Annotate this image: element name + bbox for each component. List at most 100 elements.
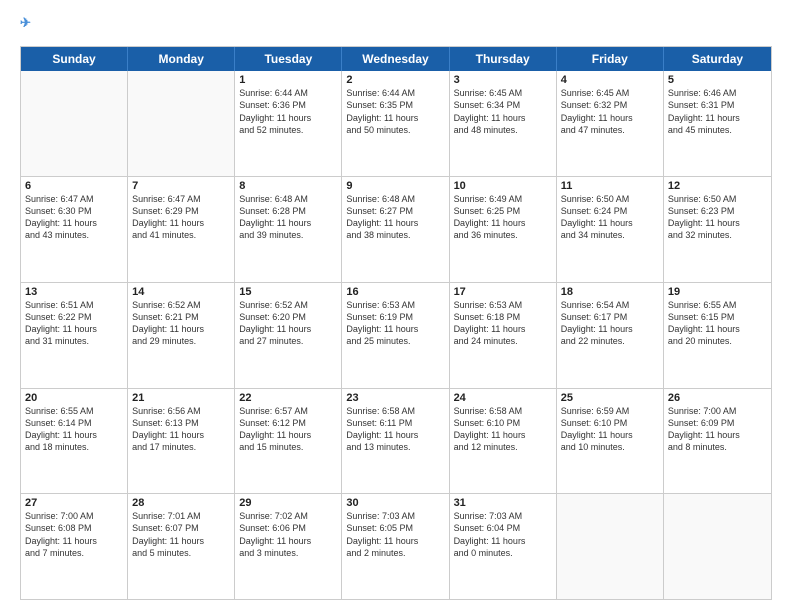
cal-cell: 24Sunrise: 6:58 AMSunset: 6:10 PMDayligh… (450, 389, 557, 494)
day-info: Sunrise: 7:03 AMSunset: 6:04 PMDaylight:… (454, 510, 552, 559)
day-info: Sunrise: 6:48 AMSunset: 6:27 PMDaylight:… (346, 193, 444, 242)
cal-cell (557, 494, 664, 599)
day-number: 20 (25, 392, 123, 404)
day-info: Sunrise: 6:53 AMSunset: 6:19 PMDaylight:… (346, 299, 444, 348)
day-number: 28 (132, 497, 230, 509)
day-number: 26 (668, 392, 767, 404)
page: ✈ SundayMondayTuesdayWednesdayThursdayFr… (0, 0, 792, 612)
cal-cell: 26Sunrise: 7:00 AMSunset: 6:09 PMDayligh… (664, 389, 771, 494)
day-info: Sunrise: 7:03 AMSunset: 6:05 PMDaylight:… (346, 510, 444, 559)
header: ✈ (20, 16, 772, 38)
week-row-2: 6Sunrise: 6:47 AMSunset: 6:30 PMDaylight… (21, 177, 771, 283)
day-info: Sunrise: 6:45 AMSunset: 6:34 PMDaylight:… (454, 87, 552, 136)
cal-cell: 14Sunrise: 6:52 AMSunset: 6:21 PMDayligh… (128, 283, 235, 388)
calendar-body: 1Sunrise: 6:44 AMSunset: 6:36 PMDaylight… (21, 71, 771, 599)
cal-cell: 3Sunrise: 6:45 AMSunset: 6:34 PMDaylight… (450, 71, 557, 176)
day-info: Sunrise: 6:49 AMSunset: 6:25 PMDaylight:… (454, 193, 552, 242)
weekday-header-sunday: Sunday (21, 47, 128, 71)
cal-cell (128, 71, 235, 176)
day-info: Sunrise: 6:47 AMSunset: 6:30 PMDaylight:… (25, 193, 123, 242)
cal-cell: 10Sunrise: 6:49 AMSunset: 6:25 PMDayligh… (450, 177, 557, 282)
cal-cell: 27Sunrise: 7:00 AMSunset: 6:08 PMDayligh… (21, 494, 128, 599)
day-info: Sunrise: 6:59 AMSunset: 6:10 PMDaylight:… (561, 405, 659, 454)
day-number: 30 (346, 497, 444, 509)
weekday-header-thursday: Thursday (450, 47, 557, 71)
cal-cell: 28Sunrise: 7:01 AMSunset: 6:07 PMDayligh… (128, 494, 235, 599)
cal-cell: 4Sunrise: 6:45 AMSunset: 6:32 PMDaylight… (557, 71, 664, 176)
week-row-3: 13Sunrise: 6:51 AMSunset: 6:22 PMDayligh… (21, 283, 771, 389)
cal-cell: 8Sunrise: 6:48 AMSunset: 6:28 PMDaylight… (235, 177, 342, 282)
cal-cell: 13Sunrise: 6:51 AMSunset: 6:22 PMDayligh… (21, 283, 128, 388)
day-number: 15 (239, 286, 337, 298)
cal-cell: 31Sunrise: 7:03 AMSunset: 6:04 PMDayligh… (450, 494, 557, 599)
cal-cell: 19Sunrise: 6:55 AMSunset: 6:15 PMDayligh… (664, 283, 771, 388)
day-number: 17 (454, 286, 552, 298)
day-info: Sunrise: 6:58 AMSunset: 6:11 PMDaylight:… (346, 405, 444, 454)
day-number: 19 (668, 286, 767, 298)
week-row-4: 20Sunrise: 6:55 AMSunset: 6:14 PMDayligh… (21, 389, 771, 495)
day-number: 2 (346, 74, 444, 86)
week-row-1: 1Sunrise: 6:44 AMSunset: 6:36 PMDaylight… (21, 71, 771, 177)
cal-cell: 16Sunrise: 6:53 AMSunset: 6:19 PMDayligh… (342, 283, 449, 388)
day-number: 13 (25, 286, 123, 298)
cal-cell: 9Sunrise: 6:48 AMSunset: 6:27 PMDaylight… (342, 177, 449, 282)
day-info: Sunrise: 7:00 AMSunset: 6:09 PMDaylight:… (668, 405, 767, 454)
day-number: 1 (239, 74, 337, 86)
day-info: Sunrise: 6:50 AMSunset: 6:23 PMDaylight:… (668, 193, 767, 242)
cal-cell: 2Sunrise: 6:44 AMSunset: 6:35 PMDaylight… (342, 71, 449, 176)
day-number: 3 (454, 74, 552, 86)
day-number: 14 (132, 286, 230, 298)
day-number: 7 (132, 180, 230, 192)
calendar-header: SundayMondayTuesdayWednesdayThursdayFrid… (21, 47, 771, 71)
day-info: Sunrise: 7:00 AMSunset: 6:08 PMDaylight:… (25, 510, 123, 559)
day-info: Sunrise: 6:47 AMSunset: 6:29 PMDaylight:… (132, 193, 230, 242)
cal-cell: 29Sunrise: 7:02 AMSunset: 6:06 PMDayligh… (235, 494, 342, 599)
day-info: Sunrise: 6:44 AMSunset: 6:36 PMDaylight:… (239, 87, 337, 136)
weekday-header-saturday: Saturday (664, 47, 771, 71)
day-number: 5 (668, 74, 767, 86)
weekday-header-friday: Friday (557, 47, 664, 71)
weekday-header-monday: Monday (128, 47, 235, 71)
cal-cell: 12Sunrise: 6:50 AMSunset: 6:23 PMDayligh… (664, 177, 771, 282)
day-number: 16 (346, 286, 444, 298)
logo: ✈ (20, 16, 31, 38)
day-info: Sunrise: 6:48 AMSunset: 6:28 PMDaylight:… (239, 193, 337, 242)
cal-cell: 7Sunrise: 6:47 AMSunset: 6:29 PMDaylight… (128, 177, 235, 282)
cal-cell: 22Sunrise: 6:57 AMSunset: 6:12 PMDayligh… (235, 389, 342, 494)
day-number: 12 (668, 180, 767, 192)
day-info: Sunrise: 6:51 AMSunset: 6:22 PMDaylight:… (25, 299, 123, 348)
cal-cell: 20Sunrise: 6:55 AMSunset: 6:14 PMDayligh… (21, 389, 128, 494)
day-number: 8 (239, 180, 337, 192)
day-number: 25 (561, 392, 659, 404)
cal-cell: 15Sunrise: 6:52 AMSunset: 6:20 PMDayligh… (235, 283, 342, 388)
cal-cell: 30Sunrise: 7:03 AMSunset: 6:05 PMDayligh… (342, 494, 449, 599)
cal-cell (664, 494, 771, 599)
week-row-5: 27Sunrise: 7:00 AMSunset: 6:08 PMDayligh… (21, 494, 771, 599)
day-info: Sunrise: 6:44 AMSunset: 6:35 PMDaylight:… (346, 87, 444, 136)
cal-cell: 25Sunrise: 6:59 AMSunset: 6:10 PMDayligh… (557, 389, 664, 494)
day-info: Sunrise: 6:54 AMSunset: 6:17 PMDaylight:… (561, 299, 659, 348)
day-number: 6 (25, 180, 123, 192)
day-number: 24 (454, 392, 552, 404)
cal-cell: 5Sunrise: 6:46 AMSunset: 6:31 PMDaylight… (664, 71, 771, 176)
day-info: Sunrise: 6:57 AMSunset: 6:12 PMDaylight:… (239, 405, 337, 454)
cal-cell: 17Sunrise: 6:53 AMSunset: 6:18 PMDayligh… (450, 283, 557, 388)
day-info: Sunrise: 6:46 AMSunset: 6:31 PMDaylight:… (668, 87, 767, 136)
cal-cell: 18Sunrise: 6:54 AMSunset: 6:17 PMDayligh… (557, 283, 664, 388)
day-number: 9 (346, 180, 444, 192)
cal-cell: 21Sunrise: 6:56 AMSunset: 6:13 PMDayligh… (128, 389, 235, 494)
day-info: Sunrise: 6:58 AMSunset: 6:10 PMDaylight:… (454, 405, 552, 454)
day-info: Sunrise: 6:52 AMSunset: 6:20 PMDaylight:… (239, 299, 337, 348)
day-number: 4 (561, 74, 659, 86)
day-number: 23 (346, 392, 444, 404)
day-info: Sunrise: 6:56 AMSunset: 6:13 PMDaylight:… (132, 405, 230, 454)
cal-cell: 11Sunrise: 6:50 AMSunset: 6:24 PMDayligh… (557, 177, 664, 282)
day-number: 27 (25, 497, 123, 509)
cal-cell: 23Sunrise: 6:58 AMSunset: 6:11 PMDayligh… (342, 389, 449, 494)
day-number: 22 (239, 392, 337, 404)
day-info: Sunrise: 6:50 AMSunset: 6:24 PMDaylight:… (561, 193, 659, 242)
day-info: Sunrise: 6:55 AMSunset: 6:15 PMDaylight:… (668, 299, 767, 348)
cal-cell: 1Sunrise: 6:44 AMSunset: 6:36 PMDaylight… (235, 71, 342, 176)
day-number: 18 (561, 286, 659, 298)
calendar: SundayMondayTuesdayWednesdayThursdayFrid… (20, 46, 772, 600)
